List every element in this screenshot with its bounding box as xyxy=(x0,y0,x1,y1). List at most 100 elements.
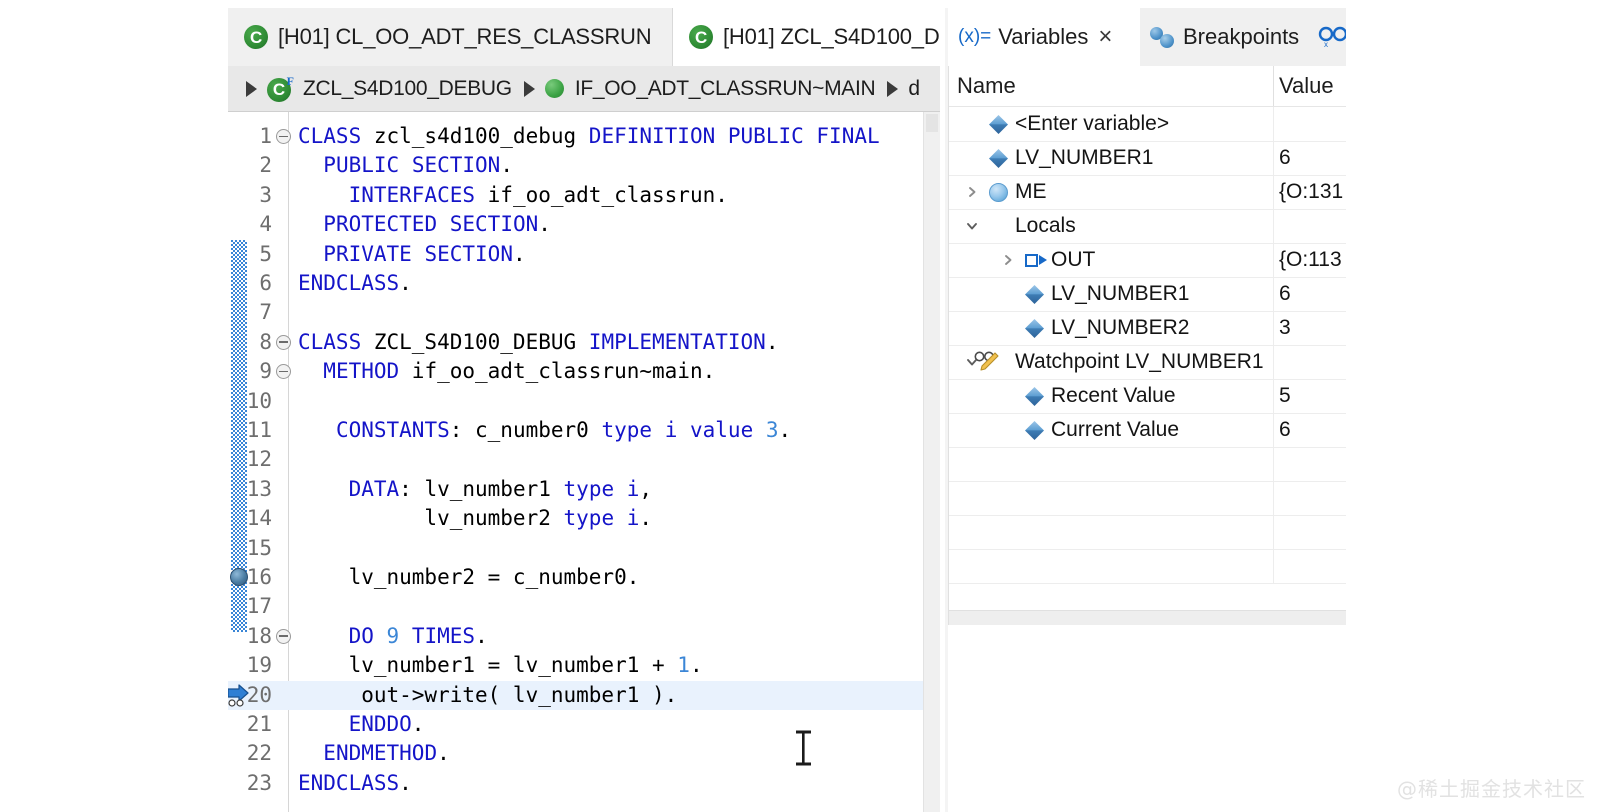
code-line[interactable]: 23 ENDCLASS. xyxy=(228,769,940,798)
chevron-right-icon[interactable] xyxy=(523,80,535,97)
svg-text:x: x xyxy=(1324,40,1328,48)
line-number: 23 xyxy=(246,770,272,795)
chevron-right-icon[interactable] xyxy=(1001,253,1015,267)
breadcrumb-trailing-label[interactable]: d xyxy=(908,77,920,101)
code-text: INTERFACES if_oo_adt_classrun. xyxy=(348,182,728,207)
code-line[interactable]: 7 xyxy=(228,298,940,327)
variable-name: <Enter variable> xyxy=(1015,112,1170,135)
variable-row[interactable]: OUT {O:113 xyxy=(949,243,1346,278)
code-line[interactable]: 15 xyxy=(228,534,940,563)
column-divider xyxy=(1273,481,1274,515)
variable-row[interactable]: LV_NUMBER1 6 xyxy=(949,141,1346,176)
code-line[interactable]: 6 ENDCLASS. xyxy=(228,269,940,298)
breadcrumb-class-label[interactable]: ZCL_S4D100_DEBUG xyxy=(303,77,512,101)
variable-row[interactable]: ME {O:131 xyxy=(949,175,1346,210)
variable-row-empty[interactable] xyxy=(949,481,1346,516)
code-text: ENDCLASS. xyxy=(298,271,412,295)
variable-row[interactable]: Watchpoint LV_NUMBER1 xyxy=(949,345,1346,380)
code-line[interactable]: 22 ENDMETHOD. xyxy=(228,739,940,768)
code-line[interactable]: 5 PRIVATE SECTION. xyxy=(228,240,940,269)
code-text: out->write( lv_number1 ). xyxy=(298,682,678,707)
code-line[interactable]: 8 CLASS ZCL_S4D100_DEBUG IMPLEMENTATION. xyxy=(228,328,940,357)
method-dot-icon xyxy=(544,79,564,98)
code-editor[interactable]: 1 CLASS zcl_s4d100_debug DEFINITION PUBLI… xyxy=(228,112,940,812)
variable-diamond-icon xyxy=(1025,285,1044,304)
scrollbar-thumb[interactable] xyxy=(926,114,938,132)
breadcrumb-method-label[interactable]: IF_OO_ADT_CLASSRUN~MAIN xyxy=(575,77,876,101)
code-text: lv_number1 = lv_number1 + 1. xyxy=(298,653,703,678)
variable-name: Recent Value xyxy=(1051,384,1176,407)
variable-row[interactable]: LV_NUMBER1 6 xyxy=(949,277,1346,312)
line-number: 20 xyxy=(246,682,272,707)
variable-row-empty[interactable] xyxy=(949,447,1346,482)
line-number: 2 xyxy=(259,153,272,178)
code-line[interactable]: 10 xyxy=(228,387,940,416)
code-text: DO 9 TIMES. xyxy=(348,623,488,648)
line-number: 18 xyxy=(246,623,272,648)
variable-row[interactable]: Current Value 6 xyxy=(949,413,1346,448)
line-number: 4 xyxy=(259,212,272,237)
code-text: DATA: lv_number1 type i, xyxy=(348,476,653,501)
fold-collapse-icon[interactable] xyxy=(276,628,291,644)
code-line[interactable]: 3 INTERFACES if_oo_adt_classrun. xyxy=(228,181,940,210)
close-icon[interactable]: × xyxy=(1098,25,1112,49)
watermark: @稀土掘金技术社区 xyxy=(1397,777,1586,801)
code-text: ENDDO. xyxy=(348,712,425,736)
variable-row[interactable]: <Enter variable> xyxy=(949,107,1346,142)
code-text: lv_number2 = c_number0. xyxy=(298,565,640,589)
chevron-right-icon[interactable] xyxy=(965,185,979,199)
chevron-down-icon[interactable] xyxy=(965,219,979,233)
line-number: 19 xyxy=(246,653,272,678)
code-line[interactable]: 13 DATA: lv_number1 type i, xyxy=(228,475,940,504)
editor-tab-label: [H01] CL_OO_ADT_RES_CLASSRUN xyxy=(278,24,652,49)
fold-collapse-icon[interactable] xyxy=(276,129,291,144)
line-number: 14 xyxy=(246,506,272,531)
variable-row[interactable]: Recent Value 5 xyxy=(949,379,1346,414)
line-number: 7 xyxy=(259,300,272,325)
column-divider xyxy=(1273,107,1274,141)
editor-vertical-scrollbar[interactable] xyxy=(923,112,940,812)
chevron-right-icon[interactable] xyxy=(246,80,257,97)
tab-breakpoints[interactable]: Breakpoints xyxy=(1140,8,1308,66)
code-line[interactable]: 11 CONSTANTS: c_number0 type i value 3. xyxy=(228,416,940,445)
class-icon xyxy=(689,25,713,49)
code-line[interactable]: 4 PROTECTED SECTION. xyxy=(228,210,940,239)
variable-value: 3 xyxy=(1279,316,1291,339)
fold-collapse-icon[interactable] xyxy=(276,364,291,380)
variable-row[interactable]: LV_NUMBER2 3 xyxy=(949,311,1346,346)
code-line[interactable]: 9 METHOD if_oo_adt_classrun~main. xyxy=(228,357,940,386)
column-header-name[interactable]: Name xyxy=(957,66,1016,106)
column-header-value[interactable]: Value xyxy=(1279,66,1334,106)
tab-watchpoints[interactable]: x xyxy=(1308,8,1346,66)
breadcrumb: F ZCL_S4D100_DEBUG IF_OO_ADT_CLASSRUN~MA… xyxy=(228,66,940,112)
code-line[interactable]: 17 xyxy=(228,592,940,621)
variable-row[interactable]: Locals xyxy=(949,209,1346,244)
editor-tab-cl-oo-adt-res-classrun[interactable]: [H01] CL_OO_ADT_RES_CLASSRUN xyxy=(228,8,672,66)
code-line[interactable]: 18 DO 9 TIMES. xyxy=(228,622,940,651)
line-number: 22 xyxy=(246,741,272,766)
code-line[interactable]: 19 lv_number1 = lv_number1 + 1. xyxy=(228,651,940,680)
column-divider xyxy=(1273,243,1274,277)
code-line[interactable]: 2 PUBLIC SECTION. xyxy=(228,151,940,180)
chevron-right-icon[interactable] xyxy=(887,80,899,97)
code-line[interactable]: 14 lv_number2 type i. xyxy=(228,504,940,533)
code-line[interactable]: 1 CLASS zcl_s4d100_debug DEFINITION PUBLI… xyxy=(228,122,940,151)
variable-row-empty[interactable] xyxy=(949,515,1346,550)
fold-collapse-icon[interactable] xyxy=(276,334,291,350)
variable-diamond-icon xyxy=(1025,319,1044,338)
code-line[interactable]: 20 out->write( lv_number1 ). xyxy=(228,680,940,710)
code-line[interactable]: 21 ENDDO. xyxy=(228,710,940,739)
variables-table[interactable]: Name Value <Enter variable> LV_NUMBER1 6 ME… xyxy=(948,66,1346,610)
class-icon xyxy=(244,25,268,49)
variable-row-empty[interactable] xyxy=(949,549,1346,584)
line-number: 10 xyxy=(246,388,272,413)
column-divider xyxy=(1273,413,1274,447)
code-line[interactable]: 16 lv_number2 = c_number0. xyxy=(228,563,940,592)
breakpoints-icon xyxy=(1150,27,1175,48)
variable-value: {O:131 xyxy=(1279,180,1344,203)
editor-tab-zcl-s4d100-debug[interactable]: [H01] ZCL_S4D100_DEB xyxy=(672,8,940,66)
code-text: CLASS ZCL_S4D100_DEBUG IMPLEMENTATION. xyxy=(298,329,779,354)
tab-variables[interactable]: (x)= Variables × xyxy=(948,8,1140,66)
code-line[interactable]: 12 xyxy=(228,445,940,474)
column-resize-handle[interactable] xyxy=(1273,66,1274,106)
